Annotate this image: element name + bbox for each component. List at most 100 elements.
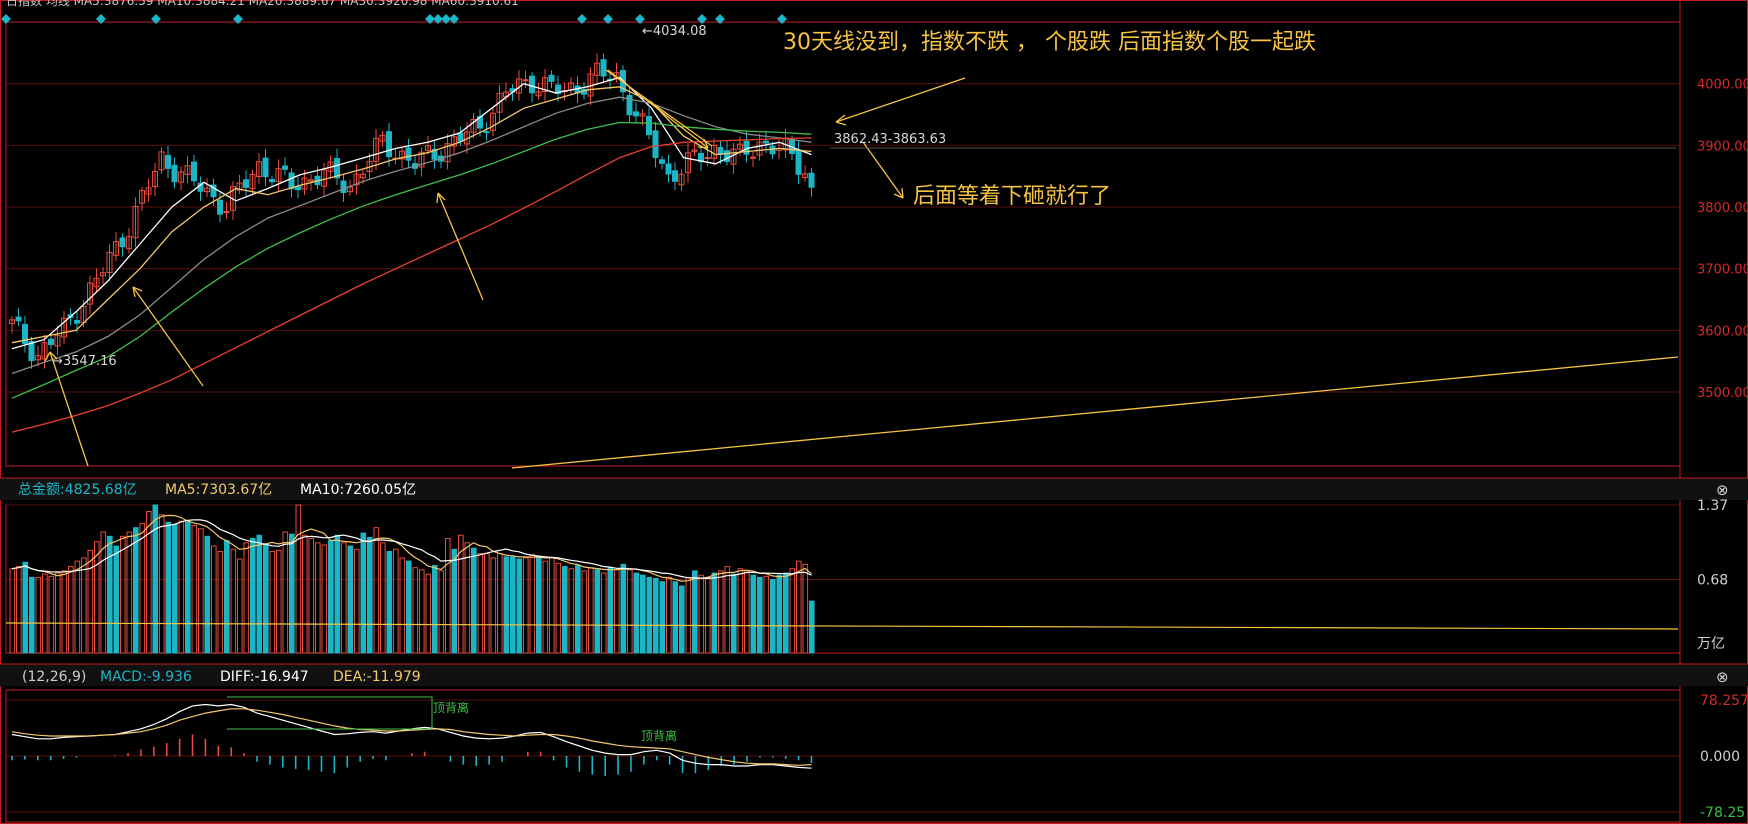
- volume-bar: [633, 572, 640, 654]
- volume-bar: [731, 573, 737, 654]
- macd-tick-label: 78.257: [1700, 693, 1748, 709]
- candle-body: [808, 172, 815, 188]
- price-tick-label: 3700.00: [1697, 263, 1748, 278]
- volume-bar: [347, 545, 354, 654]
- divergence-label-2: 顶背离: [641, 728, 677, 743]
- candle-body: [457, 132, 464, 142]
- candle-body: [282, 165, 288, 170]
- low-label: →3547.16: [52, 354, 117, 369]
- candle-body: [659, 159, 665, 164]
- price-tick-label: 3800.00: [1697, 201, 1748, 216]
- volume-bar: [451, 548, 458, 654]
- volume-bar: [653, 577, 659, 654]
- close-macd-icon[interactable]: ⊗: [1716, 668, 1729, 686]
- volume-bar: [360, 532, 367, 654]
- volume-bar: [659, 581, 666, 654]
- price-tick-label: 3500.00: [1697, 386, 1748, 401]
- candle-body: [600, 59, 607, 77]
- candle-body: [262, 157, 269, 178]
- volume-bar: [165, 521, 172, 654]
- volume-bar: [646, 576, 653, 654]
- volume-bar: [510, 556, 516, 654]
- high-label: ←4034.08: [642, 24, 707, 39]
- candle-body: [386, 131, 392, 158]
- stock-chart: 日指数 均线 MA5:3876.59 MA10:3884.21 MA20:388…: [0, 0, 1748, 824]
- close-volume-icon[interactable]: ⊗: [1716, 481, 1729, 499]
- macd-tick-label: -78.25: [1700, 805, 1745, 821]
- macd-params: (12,26,9): [22, 669, 86, 685]
- volume-bar: [809, 600, 815, 654]
- candle-body: [165, 155, 171, 169]
- annotation-title: 30天线没到，指数不跌 ， 个股跌 后面指数个股一起跌: [783, 30, 1316, 55]
- candle-body: [288, 172, 295, 190]
- candle-body: [405, 147, 412, 161]
- candle-body: [243, 179, 249, 188]
- volume-bar: [783, 572, 789, 654]
- candle-body: [223, 211, 230, 214]
- volume-ma5: MA5:7303.67亿: [165, 482, 272, 498]
- candle-body: [769, 145, 776, 155]
- volume-bar: [679, 585, 685, 654]
- candle-body: [763, 140, 769, 144]
- volume-bar: [256, 534, 263, 654]
- volume-bar: [133, 527, 139, 654]
- annotation-note: 后面等着下砸就行了: [913, 184, 1111, 209]
- volume-bar: [107, 535, 113, 654]
- volume-bar: [620, 563, 627, 654]
- volume-bar: [29, 576, 35, 654]
- volume-bar: [692, 570, 698, 654]
- candle-body: [269, 179, 275, 183]
- candle-body: [340, 180, 347, 193]
- volume-bar: [536, 556, 542, 654]
- volume-bar: [770, 579, 776, 654]
- volume-bar: [204, 535, 211, 654]
- volume-bar: [172, 523, 178, 654]
- candle-body: [171, 164, 178, 183]
- volume-bar: [750, 574, 757, 654]
- candle-body: [672, 170, 678, 182]
- candle-body: [795, 149, 802, 175]
- volume-bar: [328, 540, 334, 654]
- candle-body: [522, 79, 529, 82]
- volume-tick-label: 0.68: [1697, 573, 1728, 589]
- volume-bar: [113, 545, 120, 654]
- volume-bar: [672, 581, 679, 654]
- volume-bar: [152, 504, 159, 654]
- volume-bar: [757, 576, 763, 654]
- volume-unit: 万亿: [1697, 636, 1725, 652]
- range-label: 3862.43-3863.63: [834, 132, 946, 147]
- volume-tick-label: 1.37: [1697, 498, 1728, 514]
- volume-total: 总金额:4825.68亿: [18, 482, 137, 498]
- price-tick-label: 3900.00: [1697, 139, 1748, 154]
- price-tick-label: 4000.00: [1697, 78, 1748, 93]
- candle-body: [217, 199, 223, 215]
- volume-bar: [711, 572, 718, 654]
- volume-bar: [289, 533, 295, 654]
- volume-bar: [432, 564, 438, 654]
- candle-body: [28, 341, 35, 362]
- candle-body: [750, 156, 756, 159]
- candle-body: [665, 163, 672, 175]
- candle-body: [74, 320, 80, 324]
- price-tick-label: 3600.00: [1697, 324, 1748, 339]
- volume-bar: [640, 574, 646, 654]
- candle-body: [633, 111, 639, 117]
- volume-bar: [607, 567, 614, 654]
- volume-bar: [224, 540, 230, 654]
- candle-body: [119, 237, 126, 248]
- candle-body: [548, 74, 555, 82]
- price-legend: 日指数 均线 MA5:3876.59 MA10:3884.21 MA20:388…: [6, 0, 519, 8]
- volume-bar: [516, 558, 523, 654]
- volume-bar: [594, 569, 601, 654]
- divergence-label-1: 顶背离: [433, 700, 469, 715]
- volume-bar: [406, 560, 412, 654]
- volume-bar: [367, 536, 373, 654]
- candle-body: [652, 130, 659, 159]
- volume-bar: [185, 521, 191, 654]
- volume-bar: [386, 550, 393, 654]
- macd-tick-label: 0.000: [1700, 749, 1740, 765]
- volume-bar: [562, 566, 568, 654]
- volume-bar: [250, 537, 256, 654]
- candle-body: [529, 75, 535, 94]
- volume-bar: [776, 574, 783, 654]
